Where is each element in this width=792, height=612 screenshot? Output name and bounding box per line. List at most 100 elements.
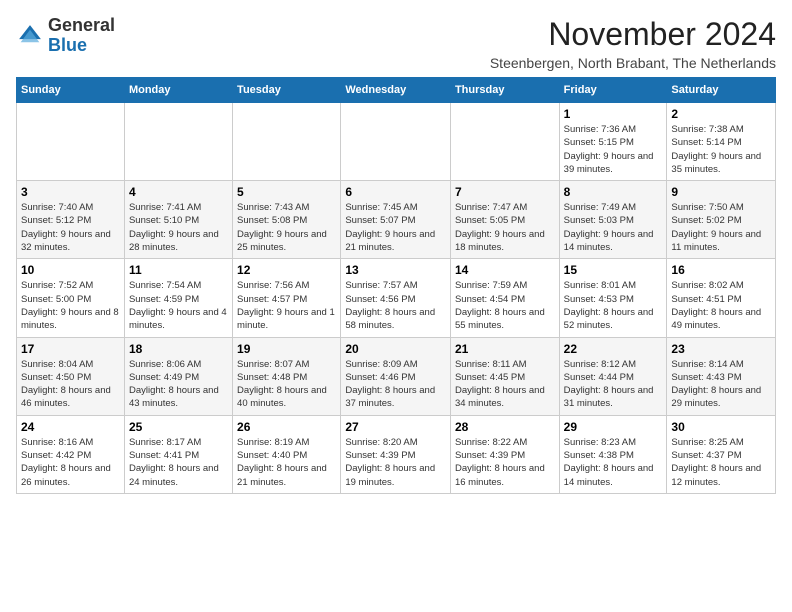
day-info: Sunrise: 7:38 AM Sunset: 5:14 PM Dayligh… (671, 123, 771, 176)
day-number: 28 (455, 420, 555, 434)
calendar-cell: 15 Sunrise: 8:01 AM Sunset: 4:53 PM Dayli… (559, 259, 667, 337)
calendar-cell: 28 Sunrise: 8:22 AM Sunset: 4:39 PM Dayli… (450, 415, 559, 493)
day-info: Sunrise: 8:23 AM Sunset: 4:38 PM Dayligh… (564, 436, 663, 489)
day-info: Sunrise: 7:47 AM Sunset: 5:05 PM Dayligh… (455, 201, 555, 254)
day-info: Sunrise: 8:01 AM Sunset: 4:53 PM Dayligh… (564, 279, 663, 332)
day-number: 22 (564, 342, 663, 356)
day-number: 13 (345, 263, 446, 277)
day-info: Sunrise: 8:06 AM Sunset: 4:49 PM Dayligh… (129, 358, 228, 411)
calendar-cell: 9 Sunrise: 7:50 AM Sunset: 5:02 PM Daylig… (667, 181, 776, 259)
day-number: 29 (564, 420, 663, 434)
day-info: Sunrise: 7:56 AM Sunset: 4:57 PM Dayligh… (237, 279, 336, 332)
day-info: Sunrise: 7:49 AM Sunset: 5:03 PM Dayligh… (564, 201, 663, 254)
calendar-cell: 16 Sunrise: 8:02 AM Sunset: 4:51 PM Dayli… (667, 259, 776, 337)
day-number: 30 (671, 420, 771, 434)
calendar-cell: 12Sunrise: 7:56 AM Sunset: 4:57 PM Dayli… (233, 259, 341, 337)
day-info: Sunrise: 8:22 AM Sunset: 4:39 PM Dayligh… (455, 436, 555, 489)
day-number: 5 (237, 185, 336, 199)
day-number: 24 (21, 420, 120, 434)
calendar-cell: 18Sunrise: 8:06 AM Sunset: 4:49 PM Dayli… (124, 337, 232, 415)
logo-blue-text: Blue (48, 35, 87, 55)
col-header-tuesday: Tuesday (233, 78, 341, 103)
calendar-cell: 24 Sunrise: 8:16 AM Sunset: 4:42 PM Dayli… (17, 415, 125, 493)
calendar-cell (233, 103, 341, 181)
day-info: Sunrise: 7:52 AM Sunset: 5:00 PM Dayligh… (21, 279, 120, 332)
calendar-cell: 14 Sunrise: 7:59 AM Sunset: 4:54 PM Dayli… (450, 259, 559, 337)
day-number: 3 (21, 185, 120, 199)
calendar-cell: 5 Sunrise: 7:43 AM Sunset: 5:08 PM Daylig… (233, 181, 341, 259)
day-info: Sunrise: 8:20 AM Sunset: 4:39 PM Dayligh… (345, 436, 446, 489)
calendar-cell: 1 Sunrise: 7:36 AM Sunset: 5:15 PM Daylig… (559, 103, 667, 181)
day-number: 20 (345, 342, 446, 356)
day-number: 2 (671, 107, 771, 121)
day-number: 25 (129, 420, 228, 434)
day-number: 10 (21, 263, 120, 277)
day-number: 17 (21, 342, 120, 356)
day-number: 8 (564, 185, 663, 199)
day-number: 26 (237, 420, 336, 434)
calendar-cell: 25 Sunrise: 8:17 AM Sunset: 4:41 PM Dayli… (124, 415, 232, 493)
calendar-week-row: 17 Sunrise: 8:04 AM Sunset: 4:50 PM Dayli… (17, 337, 776, 415)
day-info: Sunrise: 8:04 AM Sunset: 4:50 PM Dayligh… (21, 358, 120, 411)
calendar-cell: 2 Sunrise: 7:38 AM Sunset: 5:14 PM Daylig… (667, 103, 776, 181)
month-title: November 2024 (490, 16, 776, 53)
title-block: November 2024 Steenbergen, North Brabant… (490, 16, 776, 71)
calendar-cell: 26 Sunrise: 8:19 AM Sunset: 4:40 PM Dayli… (233, 415, 341, 493)
day-info: Sunrise: 8:09 AM Sunset: 4:46 PM Dayligh… (345, 358, 446, 411)
day-info: Sunrise: 7:43 AM Sunset: 5:08 PM Dayligh… (237, 201, 336, 254)
calendar-cell: 30 Sunrise: 8:25 AM Sunset: 4:37 PM Dayli… (667, 415, 776, 493)
day-info: Sunrise: 8:25 AM Sunset: 4:37 PM Dayligh… (671, 436, 771, 489)
day-number: 14 (455, 263, 555, 277)
calendar-cell: 17 Sunrise: 8:04 AM Sunset: 4:50 PM Dayli… (17, 337, 125, 415)
calendar-cell: 21Sunrise: 8:11 AM Sunset: 4:45 PM Dayli… (450, 337, 559, 415)
col-header-saturday: Saturday (667, 78, 776, 103)
day-info: Sunrise: 8:19 AM Sunset: 4:40 PM Dayligh… (237, 436, 336, 489)
col-header-sunday: Sunday (17, 78, 125, 103)
calendar-cell (450, 103, 559, 181)
day-info: Sunrise: 8:16 AM Sunset: 4:42 PM Dayligh… (21, 436, 120, 489)
day-info: Sunrise: 8:11 AM Sunset: 4:45 PM Dayligh… (455, 358, 555, 411)
calendar-cell: 3 Sunrise: 7:40 AM Sunset: 5:12 PM Daylig… (17, 181, 125, 259)
calendar-cell (17, 103, 125, 181)
calendar-cell (341, 103, 451, 181)
day-number: 27 (345, 420, 446, 434)
day-info: Sunrise: 7:59 AM Sunset: 4:54 PM Dayligh… (455, 279, 555, 332)
calendar-cell: 4Sunrise: 7:41 AM Sunset: 5:10 PM Daylig… (124, 181, 232, 259)
logo-general-text: General (48, 15, 115, 35)
calendar-cell: 13Sunrise: 7:57 AM Sunset: 4:56 PM Dayli… (341, 259, 451, 337)
col-header-wednesday: Wednesday (341, 78, 451, 103)
day-info: Sunrise: 8:02 AM Sunset: 4:51 PM Dayligh… (671, 279, 771, 332)
calendar-cell: 19 Sunrise: 8:07 AM Sunset: 4:48 PM Dayli… (233, 337, 341, 415)
day-number: 15 (564, 263, 663, 277)
calendar-cell: 23Sunrise: 8:14 AM Sunset: 4:43 PM Dayli… (667, 337, 776, 415)
col-header-monday: Monday (124, 78, 232, 103)
calendar-week-row: 10 Sunrise: 7:52 AM Sunset: 5:00 PM Dayli… (17, 259, 776, 337)
day-number: 23 (671, 342, 771, 356)
page-header: General Blue November 2024 Steenbergen, … (16, 16, 776, 71)
day-number: 7 (455, 185, 555, 199)
day-number: 16 (671, 263, 771, 277)
calendar-cell: 8 Sunrise: 7:49 AM Sunset: 5:03 PM Daylig… (559, 181, 667, 259)
day-info: Sunrise: 7:45 AM Sunset: 5:07 PM Dayligh… (345, 201, 446, 254)
calendar-week-row: 1 Sunrise: 7:36 AM Sunset: 5:15 PM Daylig… (17, 103, 776, 181)
calendar-cell: 20 Sunrise: 8:09 AM Sunset: 4:46 PM Dayli… (341, 337, 451, 415)
calendar-table: SundayMondayTuesdayWednesdayThursdayFrid… (16, 77, 776, 494)
day-info: Sunrise: 7:36 AM Sunset: 5:15 PM Dayligh… (564, 123, 663, 176)
day-number: 6 (345, 185, 446, 199)
day-info: Sunrise: 7:54 AM Sunset: 4:59 PM Dayligh… (129, 279, 228, 332)
day-info: Sunrise: 7:41 AM Sunset: 5:10 PM Dayligh… (129, 201, 228, 254)
day-number: 1 (564, 107, 663, 121)
day-info: Sunrise: 7:50 AM Sunset: 5:02 PM Dayligh… (671, 201, 771, 254)
day-number: 9 (671, 185, 771, 199)
day-info: Sunrise: 7:40 AM Sunset: 5:12 PM Dayligh… (21, 201, 120, 254)
calendar-cell: 7 Sunrise: 7:47 AM Sunset: 5:05 PM Daylig… (450, 181, 559, 259)
day-info: Sunrise: 8:17 AM Sunset: 4:41 PM Dayligh… (129, 436, 228, 489)
calendar-cell (124, 103, 232, 181)
location-subtitle: Steenbergen, North Brabant, The Netherla… (490, 55, 776, 71)
calendar-header-row: SundayMondayTuesdayWednesdayThursdayFrid… (17, 78, 776, 103)
day-info: Sunrise: 8:07 AM Sunset: 4:48 PM Dayligh… (237, 358, 336, 411)
calendar-cell: 6 Sunrise: 7:45 AM Sunset: 5:07 PM Daylig… (341, 181, 451, 259)
day-number: 19 (237, 342, 336, 356)
calendar-cell: 29 Sunrise: 8:23 AM Sunset: 4:38 PM Dayli… (559, 415, 667, 493)
logo: General Blue (16, 16, 115, 56)
